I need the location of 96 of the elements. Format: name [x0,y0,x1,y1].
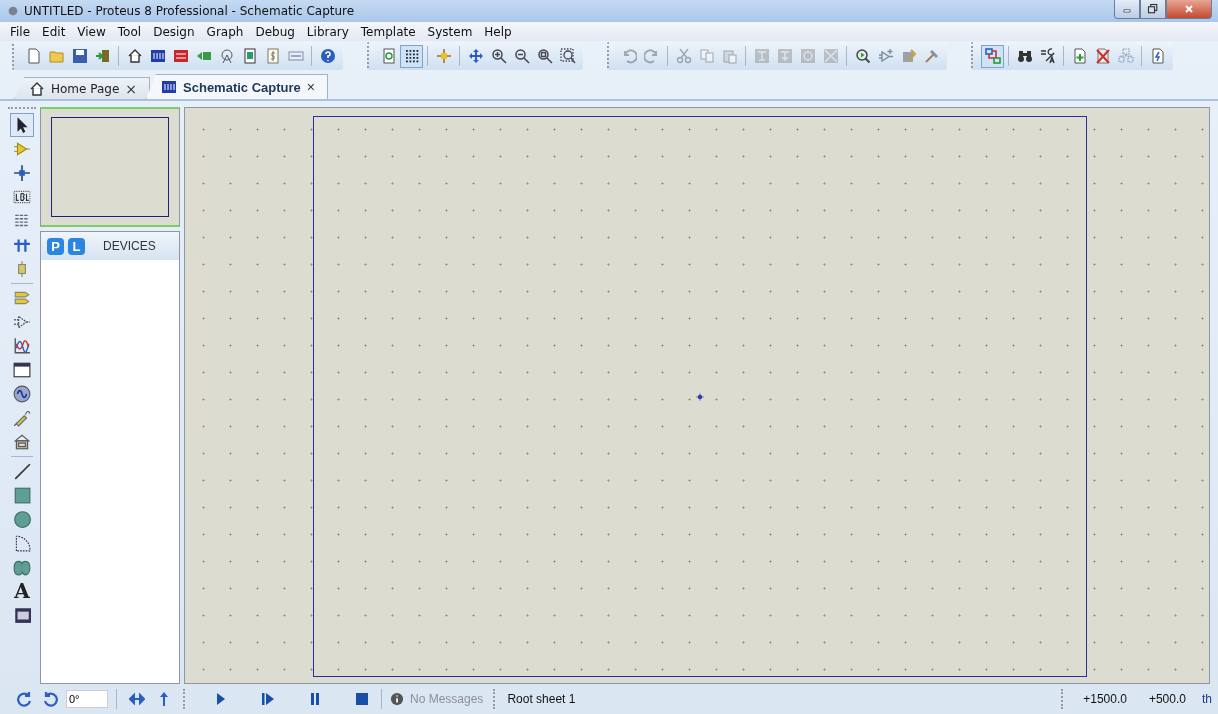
block-move-icon [776,48,793,64]
close-button[interactable] [1166,0,1212,19]
panel-title: DEVICES [103,239,156,253]
door-arrow-icon [94,48,111,64]
menu-item[interactable]: Graph [200,24,250,39]
angle-field[interactable]: 0° [66,690,108,708]
closed-path-icon [13,558,31,576]
folder-icon [48,48,65,64]
sheet-hierarchy-icon [1117,48,1134,64]
redo-icon [643,48,660,64]
overview-panel[interactable] [40,107,180,227]
origin-icon [435,48,452,64]
menu-item[interactable]: Edit [36,24,72,39]
block-delete-icon [822,48,839,64]
remove-sheet-icon [1094,48,1111,64]
design-explorer-icon [984,48,1001,64]
line-icon [13,462,31,480]
unit-label: th [1202,692,1212,706]
binoculars-icon [1016,48,1033,64]
box-icon [13,486,31,504]
stop-icon [353,691,370,707]
menu-item[interactable]: Help [478,24,518,39]
horizontal-arrows-icon [128,691,145,707]
block-rotate-icon [799,48,816,64]
generator-icon [13,385,31,403]
new-sheet-icon [1071,48,1088,64]
instrument-icon [13,433,31,451]
symbol-icon [13,606,31,624]
grid-icon [403,48,420,64]
junction-icon [13,164,31,182]
maximize-button[interactable] [1140,0,1166,19]
copy-icon [698,48,715,64]
pan-icon [467,48,484,64]
hammer-icon [923,48,940,64]
schematic-app-icon [149,48,166,64]
info-icon [390,692,404,706]
document-icon [241,48,258,64]
property-tool-icon [1039,48,1056,64]
bill-icon [264,48,281,64]
tool-button[interactable] [10,113,34,137]
menu-item[interactable]: File [4,24,37,39]
menu-item[interactable]: Library [300,24,355,39]
device-pin-icon [13,313,31,331]
zoom-out-icon [513,48,530,64]
netlist-icon [1149,48,1166,64]
menu-item[interactable]: Template [354,24,422,39]
help-icon [319,48,336,64]
circle-icon [13,510,31,528]
zoom-in-icon [490,48,507,64]
bus-icon [13,236,31,254]
library-button[interactable]: L [68,237,85,255]
rotate-clockwise-icon [15,691,32,707]
menu-item[interactable]: View [71,24,112,39]
tool-button[interactable]: A [10,579,34,603]
menu-item[interactable]: Debug [249,24,301,39]
graph-icon [13,337,31,355]
wire-label-icon [13,188,31,206]
zoom-area-icon [559,48,576,64]
step-icon [259,691,276,707]
menu-item[interactable]: Tool [111,24,148,39]
tab[interactable]: Schematic Capture × [146,74,328,99]
terminal-icon [13,289,31,307]
component-icon [13,140,31,158]
tab[interactable]: Home Page × [14,77,151,99]
zoom-all-icon [536,48,553,64]
home-icon [126,48,143,64]
tab-close-button[interactable]: × [306,79,315,95]
pcb-app-icon [172,48,189,64]
y-coordinate: +500.0 [1148,692,1186,706]
refresh-icon [380,48,397,64]
close-icon [1183,3,1195,15]
tab-close-button[interactable]: × [125,80,138,97]
toolbar-button[interactable] [400,44,423,68]
magnifier-play-icon [854,48,871,64]
window-icon [13,361,31,379]
block-copy-icon [753,48,770,64]
new-file-icon [25,48,42,64]
schematic-app-icon [161,79,178,95]
home-icon [29,80,45,97]
arc-icon [13,534,31,552]
paste-icon [721,48,738,64]
save-icon [71,48,88,64]
window-title: UNTITLED - Proteus 8 Professional - Schematic Capture [24,4,356,18]
menu-item[interactable]: Design [147,24,201,39]
chip-wrench-icon [900,48,917,64]
origin-marker-icon [695,391,705,402]
rotate-counterclockwise-icon [42,691,59,707]
pick-devices-button[interactable]: P [47,237,64,255]
menu-item[interactable]: System [421,24,479,39]
app-icon [6,4,20,18]
x-coordinate: +1500.0 [1083,692,1127,706]
sheet-status: Root sheet 1 [507,692,576,706]
restore-icon [1147,3,1159,15]
scissors-icon [675,48,692,64]
make-device-icon [877,48,894,64]
probe-icon [13,409,31,427]
